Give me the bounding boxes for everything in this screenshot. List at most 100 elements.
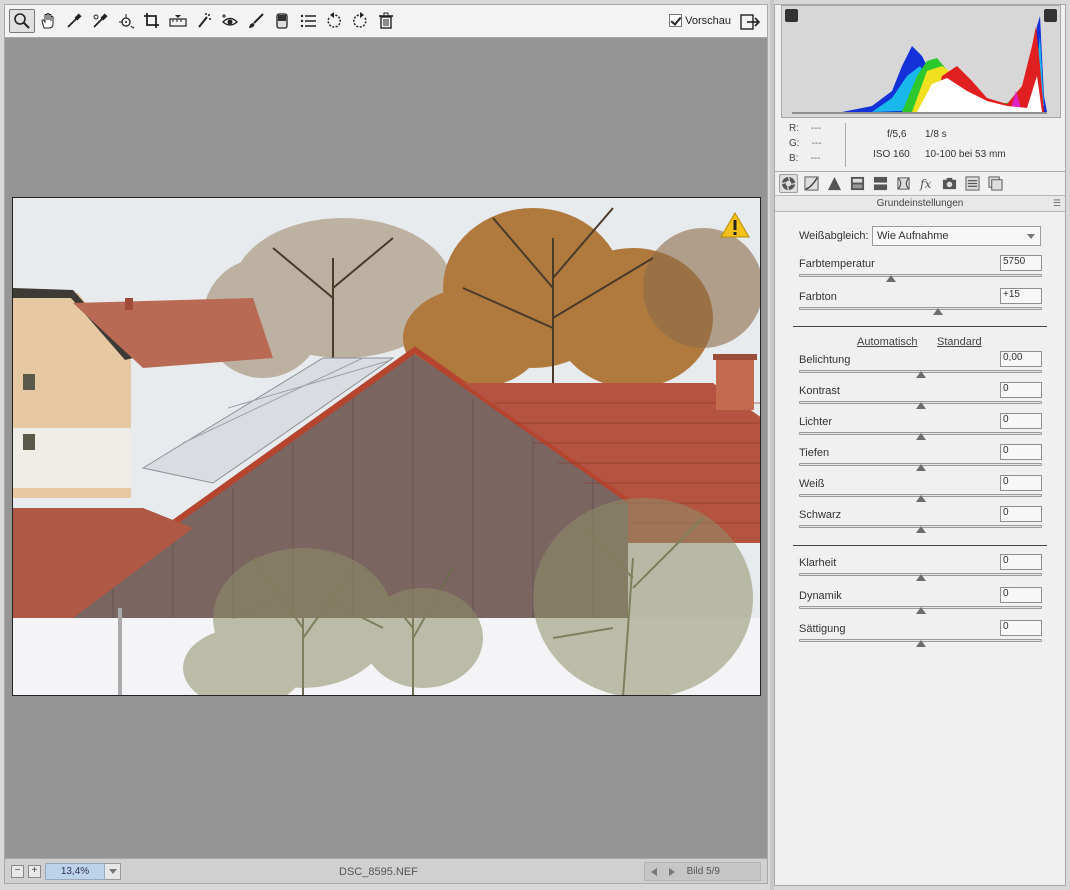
split-toning-icon[interactable] bbox=[871, 174, 890, 193]
white-balance-select[interactable]: Wie Aufnahme bbox=[872, 226, 1041, 246]
tint-label: Farbton bbox=[799, 291, 837, 303]
tint-thumb[interactable] bbox=[932, 308, 943, 315]
tint-track[interactable] bbox=[799, 307, 1042, 310]
blacks-thumb[interactable] bbox=[915, 526, 926, 533]
r-readout: R: --- bbox=[789, 123, 821, 134]
preview-checkbox[interactable] bbox=[669, 14, 683, 27]
panel-title: Grundeinstellungen bbox=[876, 198, 964, 209]
highlights-label: Lichter bbox=[799, 416, 833, 428]
main-toolbar: Vorschau bbox=[4, 4, 768, 38]
auto-button[interactable]: Automatisch bbox=[857, 336, 918, 348]
default-button[interactable]: Standard bbox=[937, 336, 982, 348]
photo-preview[interactable] bbox=[12, 197, 761, 696]
file-name: DSC_8595.NEF bbox=[339, 866, 418, 878]
svg-text:fx: fx bbox=[919, 177, 932, 191]
straighten-icon[interactable] bbox=[165, 9, 191, 33]
chevron-down-icon bbox=[108, 868, 117, 874]
clarity-thumb[interactable] bbox=[915, 574, 926, 581]
color-sampler-icon[interactable] bbox=[87, 9, 113, 33]
temperature-value[interactable]: 5750 bbox=[1000, 255, 1042, 271]
tint-value[interactable]: +15 bbox=[1000, 288, 1042, 304]
clarity-label: Klarheit bbox=[799, 557, 837, 569]
image-canvas[interactable] bbox=[4, 38, 768, 858]
iso: ISO 160 bbox=[873, 149, 910, 160]
zoom-in-button[interactable]: + bbox=[28, 864, 41, 878]
temperature-label: Farbtemperatur bbox=[799, 258, 875, 270]
preview-toggle[interactable]: Vorschau bbox=[669, 14, 731, 27]
magnifier-icon[interactable] bbox=[9, 9, 35, 33]
saturation-label: Sättigung bbox=[799, 623, 846, 635]
r-label: R: bbox=[789, 123, 799, 134]
blacks-value[interactable]: 0 bbox=[1000, 506, 1042, 522]
b-value: --- bbox=[810, 153, 821, 164]
rotate-cw-icon[interactable] bbox=[347, 9, 373, 33]
list-icon[interactable] bbox=[295, 9, 321, 33]
exposure-thumb[interactable] bbox=[915, 371, 926, 378]
exposure-value[interactable]: 0,00 bbox=[1000, 351, 1042, 367]
chevron-down-icon bbox=[1027, 234, 1035, 239]
camera-info: R: --- G: --- B: --- f/5,6 1/8 s ISO 160… bbox=[789, 123, 1059, 169]
status-bar: − + 13,4% DSC_8595.NEF Bild 5/9 bbox=[4, 858, 768, 884]
effects-icon[interactable]: fx bbox=[917, 174, 936, 193]
vibrance-label: Dynamik bbox=[799, 590, 842, 602]
exposure-label: Belichtung bbox=[799, 354, 851, 366]
g-readout: G: --- bbox=[789, 138, 822, 149]
presets-icon[interactable] bbox=[963, 174, 982, 193]
basic-icon[interactable] bbox=[779, 174, 798, 193]
panel-title-bar: Grundeinstellungen ☰ bbox=[775, 195, 1065, 212]
saturation-value[interactable]: 0 bbox=[1000, 620, 1042, 636]
temperature-thumb[interactable] bbox=[886, 275, 897, 282]
histogram-graph bbox=[792, 16, 1047, 114]
detail-icon[interactable] bbox=[825, 174, 844, 193]
graduated-filter-icon[interactable] bbox=[269, 9, 295, 33]
tone-curve-icon[interactable] bbox=[802, 174, 821, 193]
lens-corrections-icon[interactable] bbox=[894, 174, 913, 193]
white-balance-value: Wie Aufnahme bbox=[877, 230, 949, 242]
zoom-dropdown-button[interactable] bbox=[105, 862, 121, 880]
spot-removal-icon[interactable] bbox=[191, 9, 217, 33]
shutter-speed: 1/8 s bbox=[925, 129, 947, 140]
trash-icon[interactable] bbox=[373, 9, 399, 33]
chevron-left-icon bbox=[650, 867, 657, 876]
contrast-label: Kontrast bbox=[799, 385, 840, 397]
camera-calibration-icon[interactable] bbox=[940, 174, 959, 193]
eyedropper-icon[interactable] bbox=[61, 9, 87, 33]
g-value: --- bbox=[811, 138, 822, 149]
highlights-value[interactable]: 0 bbox=[1000, 413, 1042, 429]
whites-value[interactable]: 0 bbox=[1000, 475, 1042, 491]
whites-thumb[interactable] bbox=[915, 495, 926, 502]
snapshots-icon[interactable] bbox=[986, 174, 1005, 193]
zoom-out-button[interactable]: − bbox=[11, 864, 24, 878]
vibrance-thumb[interactable] bbox=[915, 607, 926, 614]
highlights-thumb[interactable] bbox=[915, 433, 926, 440]
warning-icon[interactable] bbox=[720, 212, 750, 241]
zoom-level-field[interactable]: 13,4% bbox=[45, 862, 105, 880]
crop-icon[interactable] bbox=[139, 9, 165, 33]
histogram bbox=[781, 5, 1061, 118]
previous-image-button[interactable] bbox=[645, 863, 663, 880]
hand-icon[interactable] bbox=[35, 9, 61, 33]
hsl-icon[interactable] bbox=[848, 174, 867, 193]
white-balance-label: Weißabgleich: bbox=[799, 230, 869, 242]
clarity-value[interactable]: 0 bbox=[1000, 554, 1042, 570]
contrast-thumb[interactable] bbox=[915, 402, 926, 409]
red-eye-icon[interactable] bbox=[217, 9, 243, 33]
panel-menu-icon[interactable]: ☰ bbox=[1053, 198, 1061, 209]
chevron-right-icon bbox=[668, 867, 675, 876]
fullscreen-exit-icon[interactable] bbox=[739, 11, 761, 33]
shadows-label: Tiefen bbox=[799, 447, 830, 459]
whites-label: Weiß bbox=[799, 478, 825, 490]
brush-icon[interactable] bbox=[243, 9, 269, 33]
shadows-value[interactable]: 0 bbox=[1000, 444, 1042, 460]
vibrance-value[interactable]: 0 bbox=[1000, 587, 1042, 603]
rotate-ccw-icon[interactable] bbox=[321, 9, 347, 33]
adjustments-panel: R: --- G: --- B: --- f/5,6 1/8 s ISO 160… bbox=[774, 4, 1066, 886]
temperature-track[interactable] bbox=[799, 274, 1042, 277]
image-navigation: Bild 5/9 bbox=[643, 862, 761, 881]
saturation-thumb[interactable] bbox=[915, 640, 926, 647]
next-image-button[interactable] bbox=[663, 863, 681, 880]
contrast-value[interactable]: 0 bbox=[1000, 382, 1042, 398]
target-adjust-icon[interactable] bbox=[113, 9, 139, 33]
lens-info: 10-100 bei 53 mm bbox=[925, 149, 1006, 160]
shadows-thumb[interactable] bbox=[915, 464, 926, 471]
